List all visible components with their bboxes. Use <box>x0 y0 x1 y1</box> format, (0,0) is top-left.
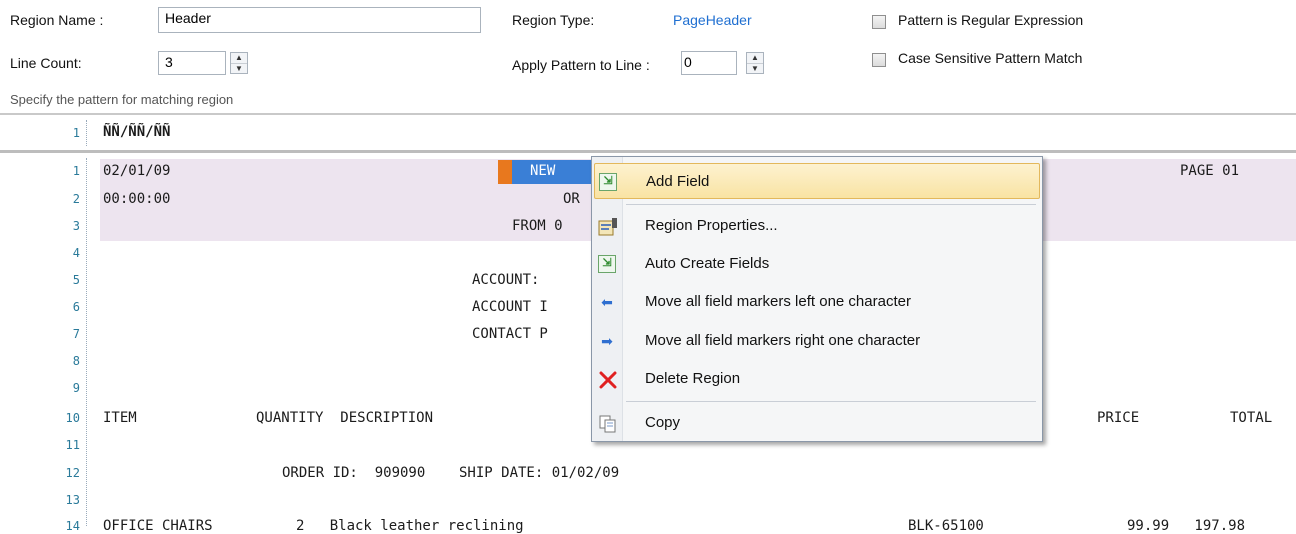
report-text: OFFICE CHAIRS <box>103 518 213 534</box>
menu-item-copy[interactable]: Copy <box>594 405 1040 441</box>
region-name-label: Region Name : <box>10 12 104 28</box>
spin-up-icon[interactable]: ▲ <box>747 53 763 64</box>
line-number: 6 <box>72 300 80 314</box>
report-text: BLK-65100 <box>908 518 984 534</box>
pattern-regex-label: Pattern is Regular Expression <box>898 12 1084 28</box>
report-text: ACCOUNT: <box>472 272 548 288</box>
case-sensitive-label: Case Sensitive Pattern Match <box>898 50 1083 66</box>
region-type-link[interactable]: PageHeader <box>673 12 752 28</box>
line-number: 5 <box>72 273 80 287</box>
menu-item-label: Move all field markers left one characte… <box>645 293 911 310</box>
report-text: 2 Black leather reclining <box>296 518 524 534</box>
pattern-text[interactable]: ÑÑ/ÑÑ/ÑÑ <box>103 124 170 140</box>
apply-pattern-label: Apply Pattern to Line : <box>512 57 650 73</box>
arrow-right-icon: ➡ <box>601 333 613 349</box>
report-text: 99.99 197.98 <box>1127 518 1246 534</box>
report-text: TOTAL <box>1230 410 1273 426</box>
spin-down-icon[interactable]: ▼ <box>231 64 247 74</box>
line-number: 14 <box>65 519 80 533</box>
line-number: 8 <box>72 354 80 368</box>
report-text: NEW <box>530 163 556 179</box>
line-count-label: Line Count: <box>10 55 82 71</box>
add-field-icon: ⇲ <box>599 173 617 191</box>
copy-icon <box>598 414 616 433</box>
apply-pattern-input[interactable]: 0 <box>681 51 737 75</box>
gutter-divider <box>86 158 88 526</box>
report-text: ITEM <box>103 410 137 426</box>
line-number: 9 <box>72 381 80 395</box>
region-type-label: Region Type: <box>512 12 595 28</box>
pattern-hint: Specify the pattern for matching region <box>10 92 234 107</box>
menu-item-add-field[interactable]: ⇲ Add Field <box>594 163 1040 199</box>
menu-item-label: Move all field markers right one charact… <box>645 332 921 349</box>
separator <box>0 113 1296 115</box>
apply-pattern-stepper[interactable]: ▲ ▼ <box>746 52 764 74</box>
separator <box>0 150 1296 153</box>
region-properties-icon <box>598 217 617 236</box>
auto-create-fields-icon: ⇲ <box>598 255 616 273</box>
menu-item-label: Copy <box>645 414 681 431</box>
menu-item-move-right[interactable]: ➡ Move all field markers right one chara… <box>594 323 1040 359</box>
spin-down-icon[interactable]: ▼ <box>747 64 763 74</box>
line-number: 13 <box>65 493 80 507</box>
delete-icon <box>598 370 617 389</box>
report-text: QUANTITY DESCRIPTION <box>256 410 434 426</box>
menu-item-auto-create-fields[interactable]: ⇲ Auto Create Fields <box>594 246 1040 282</box>
menu-item-label: Auto Create Fields <box>645 255 770 272</box>
line-number: 10 <box>65 411 80 425</box>
line-count-value: 3 <box>165 54 173 70</box>
field-marker-start[interactable] <box>498 160 512 184</box>
report-text: 02/01/09 <box>103 163 171 179</box>
case-sensitive-checkbox[interactable] <box>872 53 886 67</box>
line-number: 11 <box>65 438 80 452</box>
pattern-regex-checkbox[interactable] <box>872 15 886 29</box>
spin-up-icon[interactable]: ▲ <box>231 53 247 64</box>
report-text: FROM 0 <box>512 218 563 234</box>
menu-item-label: Region Properties... <box>645 217 778 234</box>
report-text: CONTACT P <box>472 326 548 342</box>
report-text: ACCOUNT I <box>472 299 548 315</box>
line-number: 7 <box>72 327 80 341</box>
line-number: 12 <box>65 466 80 480</box>
line-number: 2 <box>72 192 80 206</box>
menu-item-label: Add Field <box>646 173 710 190</box>
line-number: 4 <box>72 246 80 260</box>
menu-item-move-left[interactable]: ⬅ Move all field markers left one charac… <box>594 284 1040 320</box>
report-text: OR <box>563 191 580 207</box>
line-number: 1 <box>72 164 80 178</box>
gutter-divider <box>86 120 88 146</box>
report-text: ORDER ID: 909090 SHIP DATE: 01/02/09 <box>282 465 620 481</box>
arrow-left-icon: ⬅ <box>601 294 613 310</box>
line-count-input[interactable]: 3 <box>158 51 226 75</box>
pattern-line-number: 1 <box>72 126 80 140</box>
menu-item-delete-region[interactable]: Delete Region <box>594 361 1040 397</box>
report-text: 00:00:00 <box>103 191 171 207</box>
region-name-input[interactable]: Header <box>158 7 481 33</box>
region-name-value: Header <box>165 10 211 26</box>
apply-pattern-value: 0 <box>684 54 692 70</box>
line-number: 3 <box>72 219 80 233</box>
report-text: PAGE 01 <box>1180 163 1240 179</box>
context-menu[interactable]: ⇲ Add Field Region Properties... ⇲ Auto … <box>591 156 1043 442</box>
menu-separator <box>626 204 1036 205</box>
menu-item-label: Delete Region <box>645 370 741 387</box>
menu-item-region-properties[interactable]: Region Properties... <box>594 208 1040 244</box>
report-text: PRICE <box>1097 410 1140 426</box>
menu-separator <box>626 401 1036 402</box>
line-count-stepper[interactable]: ▲ ▼ <box>230 52 248 74</box>
